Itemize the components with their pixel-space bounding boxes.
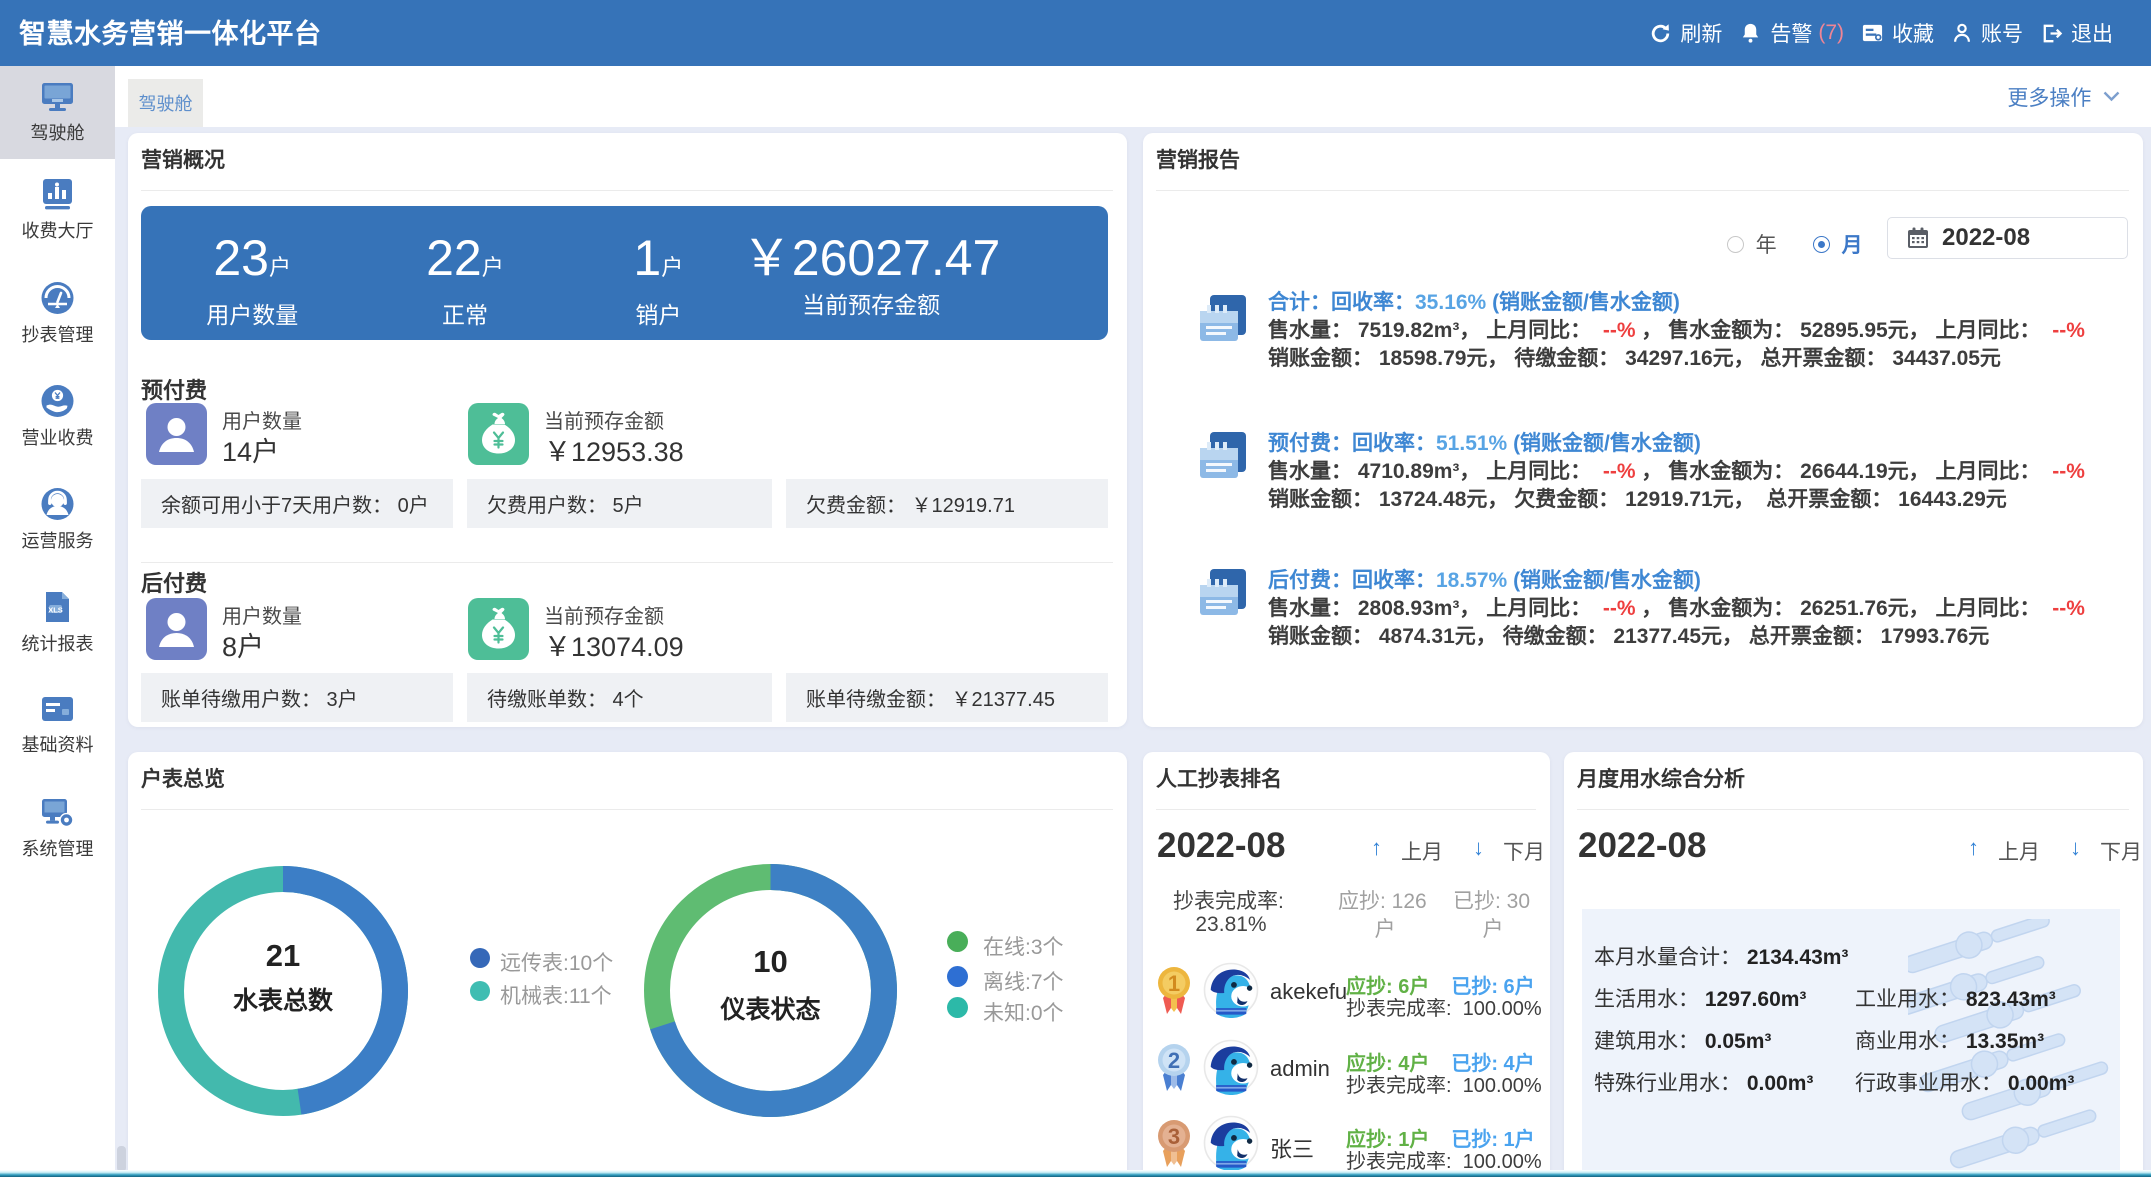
svg-text:XLS: XLS [48, 605, 63, 614]
svg-text:3: 3 [1168, 1124, 1180, 1149]
svg-text:2: 2 [1168, 1048, 1180, 1073]
svg-text:1: 1 [1168, 971, 1180, 996]
